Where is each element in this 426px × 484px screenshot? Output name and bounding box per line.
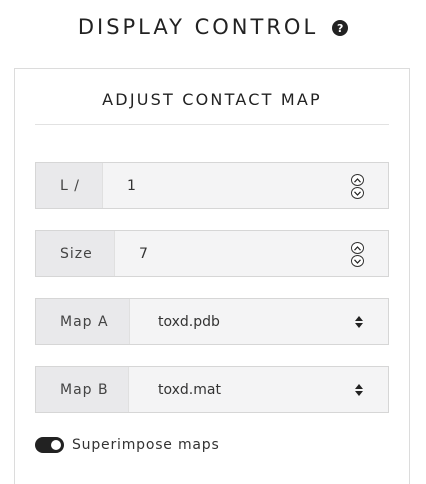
help-question-icon[interactable]: ? bbox=[332, 20, 349, 36]
size-label: Size bbox=[36, 231, 115, 276]
display-control-page: DISPLAY CONTROL ? ADJUST CONTACT MAP L /… bbox=[0, 0, 426, 484]
chevron-down-icon bbox=[354, 258, 361, 264]
chevron-up-icon bbox=[354, 245, 361, 251]
sort-arrows-icon bbox=[355, 316, 363, 328]
map-b-label: Map B bbox=[36, 367, 129, 412]
page-title: DISPLAY CONTROL bbox=[77, 15, 319, 39]
decrement-button[interactable] bbox=[351, 255, 364, 267]
map-a-value: toxd.pdb bbox=[158, 313, 220, 330]
increment-button[interactable] bbox=[351, 242, 364, 254]
l-divisor-input[interactable]: 1 bbox=[103, 163, 388, 208]
map-a-row: Map A toxd.pdb bbox=[35, 298, 389, 345]
superimpose-row: Superimpose maps bbox=[35, 435, 220, 455]
adjust-contact-map-panel: ADJUST CONTACT MAP L / 1 Size 7 Map A to… bbox=[14, 68, 410, 484]
size-input[interactable]: 7 bbox=[115, 231, 388, 276]
map-b-value: toxd.mat bbox=[158, 381, 221, 398]
l-divisor-spinner bbox=[351, 174, 364, 199]
size-spinner bbox=[351, 242, 364, 267]
map-a-select[interactable]: toxd.pdb bbox=[130, 299, 388, 344]
chevron-down-icon bbox=[354, 190, 361, 196]
l-divisor-label: L / bbox=[36, 163, 103, 208]
superimpose-label: Superimpose maps bbox=[72, 437, 220, 453]
sort-arrows-icon bbox=[355, 384, 363, 396]
l-divisor-row: L / 1 bbox=[35, 162, 389, 209]
l-divisor-value: 1 bbox=[127, 177, 136, 194]
size-value: 7 bbox=[139, 245, 148, 262]
map-a-label: Map A bbox=[36, 299, 130, 344]
size-row: Size 7 bbox=[35, 230, 389, 277]
chevron-up-icon bbox=[354, 177, 361, 183]
decrement-button[interactable] bbox=[351, 187, 364, 199]
panel-title: ADJUST CONTACT MAP bbox=[35, 89, 389, 125]
header: DISPLAY CONTROL ? bbox=[0, 12, 426, 42]
toggle-knob bbox=[51, 440, 61, 450]
map-b-select[interactable]: toxd.mat bbox=[129, 367, 388, 412]
increment-button[interactable] bbox=[351, 174, 364, 186]
map-b-row: Map B toxd.mat bbox=[35, 366, 389, 413]
superimpose-toggle[interactable] bbox=[35, 437, 64, 453]
